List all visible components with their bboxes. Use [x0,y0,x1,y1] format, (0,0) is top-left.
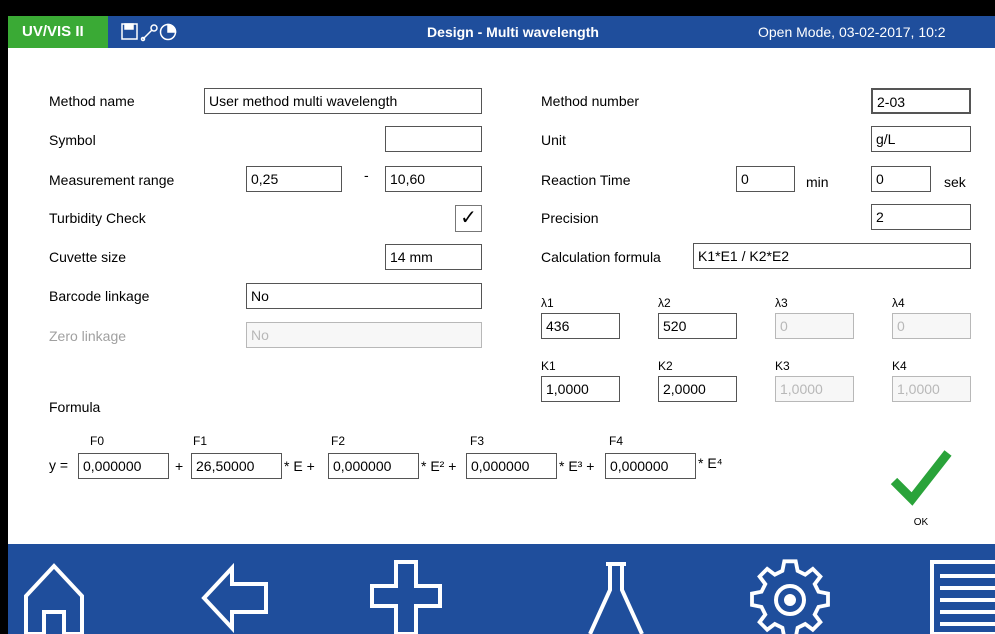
turbidity-check-label: Turbidity Check [49,210,146,226]
calculation-formula-label: Calculation formula [541,249,661,265]
factor-4-input: 1,0000 [892,376,971,402]
measure-button[interactable] [576,552,656,634]
timer-icon [159,23,177,41]
factor-4-label: K4 [892,359,907,373]
zero-linkage-label: Zero linkage [49,328,127,344]
zero-linkage-select: No [246,322,482,348]
precision-input[interactable]: 2 [871,204,971,230]
ok-label: OK [913,517,929,528]
reaction-time-min-input[interactable]: 0 [736,166,795,192]
home-icon [24,563,84,634]
range-max-input[interactable]: 10,60 [385,166,482,192]
coefficient-f3-input[interactable]: 0,000000 [466,453,557,479]
cuvette-size-input[interactable]: 14 mm [385,244,482,270]
coefficient-f1-label: F1 [193,434,208,448]
checkmark-icon: ✓ [460,207,477,229]
calculation-formula-input[interactable]: K1*E1 / K2*E2 [693,243,971,269]
coefficient-f2-input[interactable]: 0,000000 [328,453,419,479]
unit-input[interactable]: g/L [871,126,971,152]
coefficient-f2-label: F2 [331,434,346,448]
coefficient-f4-input[interactable]: 0,000000 [605,453,696,479]
add-icon [370,560,442,634]
reaction-time-min-unit: min [806,174,829,190]
title-bar: UV/VIS II Design - Multi wavelength Open… [8,16,995,48]
symbol-input[interactable] [385,126,482,152]
reaction-time-label: Reaction Time [541,172,631,188]
factor-1-label: K1 [541,359,556,373]
method-number-label: Method number [541,93,640,109]
coefficient-f1-input[interactable]: 26,50000 [191,453,282,479]
symbol-label: Symbol [49,132,96,148]
settings-button[interactable] [750,552,830,634]
coefficient-f2-operator: * E² + [421,458,457,474]
checkmark-ok-icon [890,450,952,506]
turbidity-checkbox[interactable]: ✓ [455,205,482,232]
measurement-range-label: Measurement range [49,172,175,188]
menu-button[interactable] [926,552,995,634]
bottom-nav-bar [8,544,995,634]
coefficient-f0-input[interactable]: 0,000000 [78,453,169,479]
app-screen: UV/VIS II Design - Multi wavelength Open… [8,16,995,634]
back-arrow-icon [201,562,268,634]
range-separator: - [364,167,369,183]
barcode-linkage-select[interactable]: No [246,283,482,309]
app-brand: UV/VIS II [8,16,108,48]
factor-1-input[interactable]: 1,0000 [541,376,620,402]
unit-label: Unit [541,132,566,148]
settings-gear-icon [750,559,830,634]
ok-button[interactable]: OK [888,441,968,531]
wavelength-2-input[interactable]: 520 [658,313,737,339]
status-icons [120,22,200,42]
coefficient-f0-label: F0 [90,434,105,448]
wavelength-3-label: λ3 [775,296,788,310]
method-number-input[interactable]: 2-03 [871,88,971,114]
range-min-input[interactable]: 0,25 [246,166,342,192]
back-button[interactable] [196,552,276,634]
wavelength-2-label: λ2 [658,296,671,310]
wrench-icon [140,24,158,42]
reaction-time-sec-input[interactable]: 0 [871,166,931,192]
coefficient-f1-operator: * E + [284,458,315,474]
factor-3-input: 1,0000 [775,376,854,402]
factor-3-label: K3 [775,359,790,373]
wavelength-1-input[interactable]: 436 [541,313,620,339]
add-button[interactable] [366,552,446,634]
home-button[interactable] [18,552,98,634]
coefficient-f3-label: F3 [470,434,485,448]
cuvette-size-label: Cuvette size [49,249,127,265]
menu-list-icon [930,560,995,634]
save-icon [121,23,138,40]
factor-2-input[interactable]: 2,0000 [658,376,737,402]
flask-icon [588,562,644,634]
mode-date-status: Open Mode, 03-02-2017, 10:2 [758,24,946,40]
window-title: Design - Multi wavelength [427,24,599,40]
formula-title: Formula [49,399,101,415]
wavelength-4-input: 0 [892,313,971,339]
wavelength-1-label: λ1 [541,296,554,310]
method-name-input[interactable]: User method multi wavelength [204,88,482,114]
formula-prefix: y = [49,457,69,473]
factor-2-label: K2 [658,359,673,373]
precision-label: Precision [541,210,599,226]
coefficient-f4-label: F4 [609,434,624,448]
method-name-label: Method name [49,93,135,109]
barcode-linkage-label: Barcode linkage [49,288,150,304]
coefficient-f3-operator: * E³ + [559,458,595,474]
coefficient-f4-operator: * E⁴ [698,455,723,471]
reaction-time-sec-unit: sek [944,174,966,190]
wavelength-4-label: λ4 [892,296,905,310]
coefficient-f0-operator: + [175,458,184,474]
wavelength-3-input: 0 [775,313,854,339]
